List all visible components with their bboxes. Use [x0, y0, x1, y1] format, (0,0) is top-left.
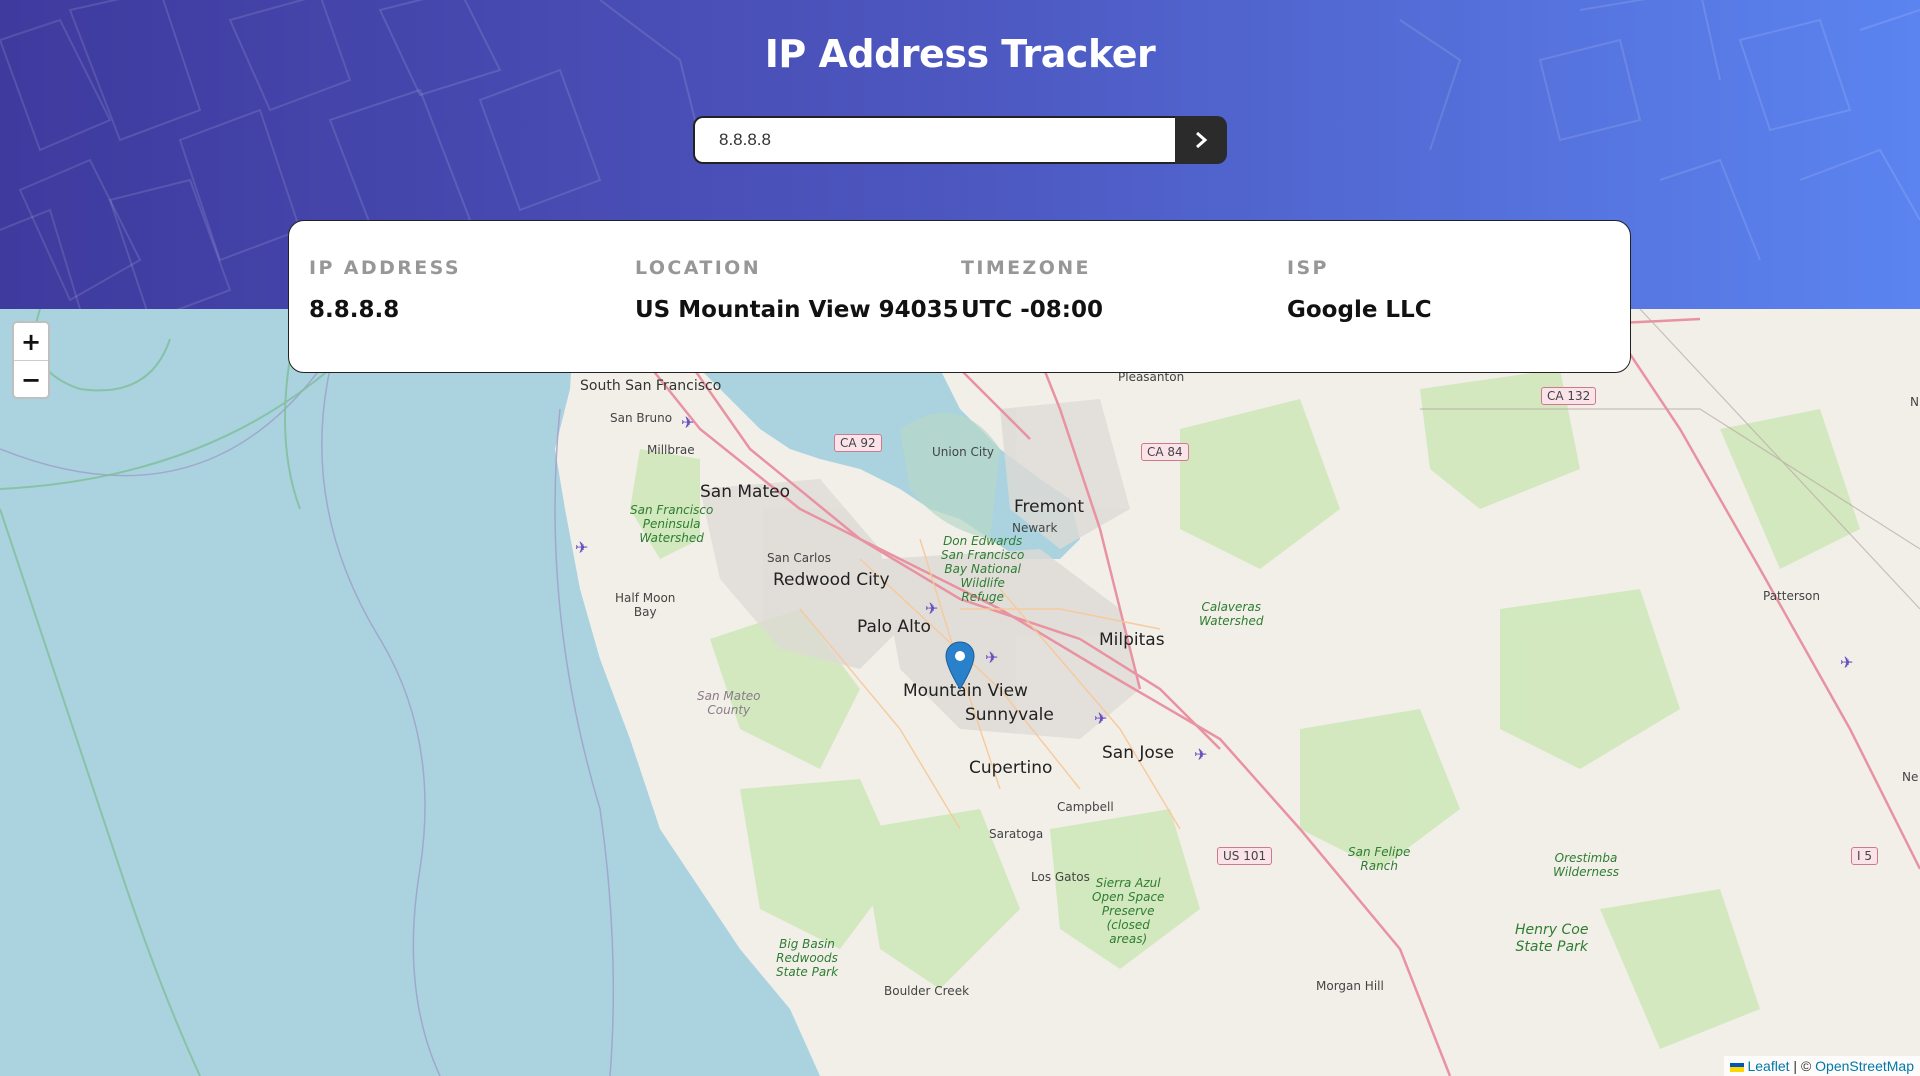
- page-title: IP Address Tracker: [764, 32, 1156, 76]
- highway-shield: I 5: [1851, 847, 1878, 865]
- map-label: Sierra Azul Open Space Preserve (closed …: [1092, 876, 1165, 946]
- search-bar: [693, 116, 1227, 164]
- airport-icon: ✈: [985, 648, 999, 667]
- map-label: Millbrae: [647, 443, 695, 457]
- map-label: Ne: [1902, 770, 1919, 784]
- attribution-separator: | ©: [1789, 1058, 1816, 1074]
- map-label: Boulder Creek: [884, 984, 970, 998]
- highway-shield: CA 84: [1141, 443, 1189, 461]
- map-label: Campbell: [1057, 800, 1114, 814]
- airport-icon: ✈: [1094, 709, 1108, 728]
- chevron-right-icon: [1196, 131, 1208, 149]
- map-label: Big Basin Redwoods State Park: [776, 937, 839, 979]
- map-label: Los Gatos: [1031, 870, 1090, 884]
- map-label: San Felipe Ranch: [1348, 845, 1411, 873]
- map-label: Henry Coe State Park: [1515, 922, 1589, 955]
- map-label: Fremont: [1014, 497, 1085, 517]
- stat-label: LOCATION: [635, 257, 762, 279]
- airport-icon: ✈: [681, 413, 695, 432]
- map-label: Union City: [932, 445, 995, 459]
- map-pin-icon: [945, 641, 975, 690]
- map-label: Morgan Hill: [1316, 979, 1384, 993]
- map-label: Cupertino: [969, 758, 1053, 778]
- airport-icon: ✈: [1194, 745, 1208, 764]
- map-label: San Bruno: [610, 411, 673, 425]
- map-label: Newark: [1012, 521, 1058, 535]
- map-label: South San Francisco: [580, 378, 722, 394]
- openstreetmap-link[interactable]: OpenStreetMap: [1815, 1058, 1914, 1074]
- stat-label: TIMEZONE: [961, 257, 1091, 279]
- map-label: Patterson: [1763, 589, 1820, 603]
- highway-shield: CA 132: [1541, 387, 1597, 405]
- stat-value: 8.8.8.8: [309, 297, 400, 323]
- ukraine-flag-icon: [1730, 1062, 1745, 1072]
- map-label: San Mateo: [700, 482, 790, 502]
- stat-ip-address: IP ADDRESS 8.8.8.8: [309, 257, 461, 323]
- stat-timezone: TIMEZONE UTC -08:00: [961, 257, 1103, 323]
- map-label: San Mateo County: [697, 689, 761, 717]
- location-marker[interactable]: [945, 641, 975, 695]
- ip-search-input[interactable]: [693, 116, 1175, 164]
- zoom-in-button[interactable]: +: [14, 323, 48, 361]
- stat-label: ISP: [1287, 257, 1329, 279]
- map-label: Orestimba Wilderness: [1553, 851, 1619, 879]
- airport-icon: ✈: [1840, 653, 1854, 672]
- map-label: N: [1910, 395, 1919, 409]
- zoom-out-button[interactable]: −: [14, 361, 48, 397]
- map-label: Sunnyvale: [965, 705, 1054, 725]
- airport-icon: ✈: [575, 538, 589, 557]
- highway-shield: CA 92: [834, 434, 882, 452]
- airport-icon: ✈: [925, 599, 939, 618]
- map-label: Milpitas: [1099, 630, 1165, 650]
- stat-value: Google LLC: [1287, 297, 1432, 323]
- map-label: San Carlos: [767, 551, 831, 565]
- highway-shield: US 101: [1217, 847, 1273, 865]
- stat-value: US Mountain View 94035: [635, 297, 959, 323]
- map-label: San Francisco Peninsula Watershed: [630, 503, 714, 545]
- zoom-control: + −: [12, 321, 50, 399]
- stat-location: LOCATION US Mountain View 94035: [635, 257, 959, 323]
- map-attribution: Leaflet | © OpenStreetMap: [1724, 1056, 1920, 1076]
- map-label: Saratoga: [989, 827, 1044, 841]
- stat-isp: ISP Google LLC: [1287, 257, 1432, 323]
- map-label: Palo Alto: [857, 617, 931, 637]
- stat-value: UTC -08:00: [961, 297, 1104, 323]
- map-label: Half Moon Bay: [615, 591, 676, 619]
- search-submit-button[interactable]: [1175, 116, 1227, 164]
- stat-label: IP ADDRESS: [309, 257, 461, 279]
- leaflet-link[interactable]: Leaflet: [1747, 1058, 1789, 1074]
- map-label: San Jose: [1102, 743, 1175, 763]
- map-label: Calaveras Watershed: [1199, 600, 1264, 628]
- ip-info-card: IP ADDRESS 8.8.8.8 LOCATION US Mountain …: [288, 220, 1631, 373]
- map-label: Redwood City: [773, 570, 890, 590]
- map-label: Don Edwards San Francisco Bay National W…: [941, 534, 1025, 604]
